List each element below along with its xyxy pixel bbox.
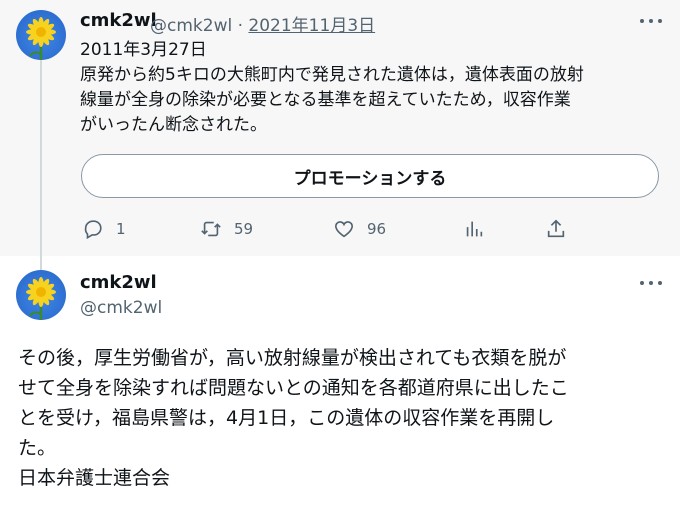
reply-icon bbox=[84, 220, 102, 240]
like-count: 96 bbox=[367, 220, 387, 238]
tweet-1[interactable]: cmk2wl @cmk2wl · 2021年11月3日 2011年3月27日 原… bbox=[0, 0, 680, 256]
more-icon[interactable] bbox=[640, 17, 662, 25]
retweet-icon bbox=[201, 221, 221, 237]
tweet-date[interactable]: 2021年11月3日 bbox=[248, 16, 375, 36]
avatar[interactable] bbox=[16, 10, 66, 60]
tweet-text: その後，厚生労働省が，高い放射線量が検出されても衣類を脱が せて全身を除染すれば… bbox=[18, 347, 569, 489]
more-icon[interactable] bbox=[640, 279, 662, 287]
analytics-icon bbox=[466, 221, 483, 237]
analytics-button[interactable] bbox=[463, 214, 485, 244]
handle[interactable]: @cmk2wl bbox=[150, 16, 232, 36]
separator: · bbox=[237, 16, 244, 36]
action-bar: 1 59 96 bbox=[80, 214, 580, 244]
reply-count: 1 bbox=[116, 220, 126, 238]
reply-button[interactable]: 1 bbox=[82, 214, 126, 244]
avatar[interactable] bbox=[16, 270, 66, 320]
share-icon bbox=[547, 219, 565, 238]
display-name[interactable]: cmk2wl bbox=[80, 10, 157, 31]
promote-button[interactable]: プロモーションする bbox=[81, 154, 659, 198]
like-button[interactable]: 96 bbox=[333, 214, 386, 244]
share-button[interactable] bbox=[545, 214, 567, 244]
display-name[interactable]: cmk2wl bbox=[80, 272, 157, 293]
retweet-count: 59 bbox=[234, 220, 254, 238]
dandelion-avatar-icon bbox=[26, 277, 56, 320]
handle[interactable]: @cmk2wl bbox=[80, 298, 162, 318]
tweet-text: 2011年3月27日 原発から約5キロの大熊町内で発見された遺体は，遺体表面の放… bbox=[80, 40, 584, 135]
handle-line: @cmk2wl · 2021年11月3日 bbox=[150, 11, 375, 36]
heart-icon bbox=[334, 221, 354, 238]
thread-line bbox=[40, 60, 42, 272]
retweet-button[interactable]: 59 bbox=[200, 214, 253, 244]
dandelion-avatar-icon bbox=[26, 17, 56, 60]
